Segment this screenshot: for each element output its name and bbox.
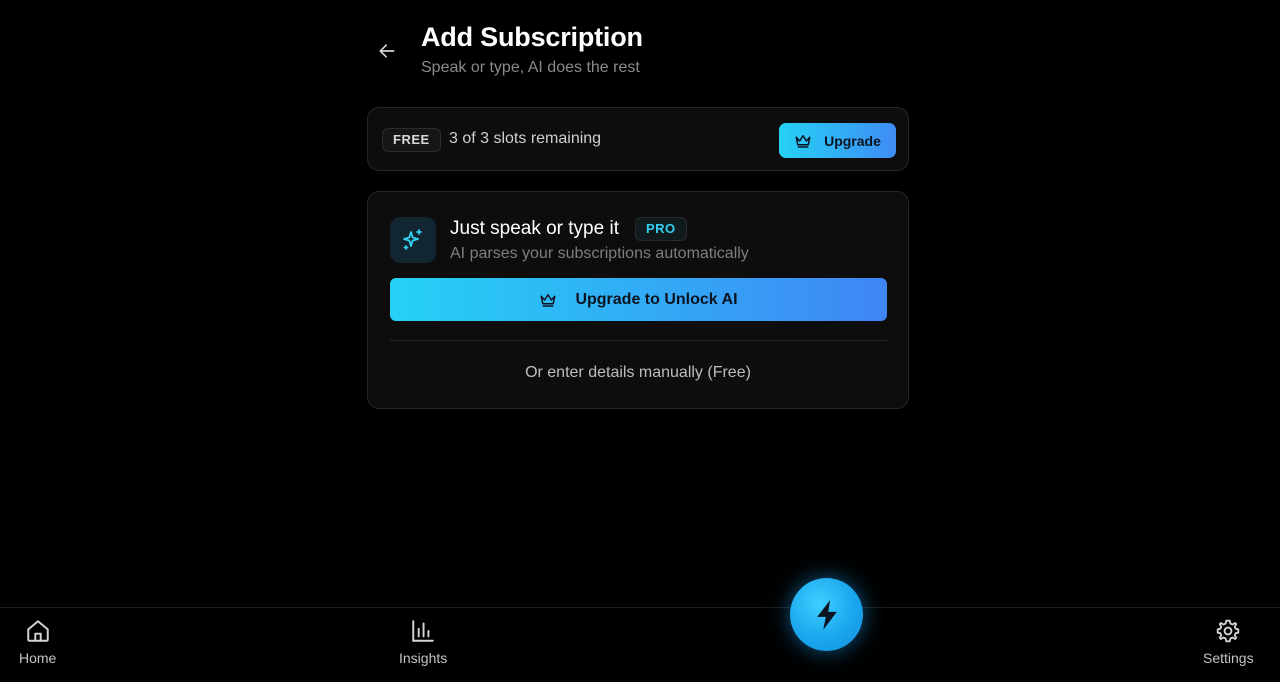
crown-icon	[795, 134, 811, 148]
page-title: Add Subscription	[421, 22, 643, 52]
lightning-bolt-icon	[816, 599, 837, 630]
gear-icon	[1217, 619, 1240, 643]
sparkles-icon	[403, 229, 422, 250]
nav-label-settings: Settings	[1203, 650, 1254, 666]
ai-heading: Just speak or type it	[450, 218, 619, 239]
pro-badge: PRO	[635, 217, 687, 241]
divider	[390, 340, 887, 341]
add-subscription-page: Add Subscription Speak or type, AI does …	[0, 0, 1280, 682]
ai-icon-box	[390, 217, 436, 263]
bottom-navigation: Home Insights Settings	[0, 607, 1280, 682]
ai-description: AI parses your subscriptions automatical…	[450, 245, 749, 262]
back-button[interactable]	[372, 36, 402, 66]
home-icon	[26, 620, 49, 642]
page-subtitle: Speak or type, AI does the rest	[421, 59, 640, 76]
upgrade-button-label: Upgrade	[824, 132, 881, 149]
plan-status-card: FREE 3 of 3 slots remaining Upgrade	[367, 107, 909, 171]
plan-badge: FREE	[382, 128, 441, 152]
nav-label-home: Home	[19, 650, 57, 666]
slots-remaining-text: 3 of 3 slots remaining	[449, 130, 602, 147]
manual-entry-link[interactable]: Or enter details manually (Free)	[368, 364, 908, 382]
arrow-left-icon	[379, 44, 395, 58]
crown-icon	[540, 293, 556, 307]
bar-chart-icon	[412, 620, 434, 642]
quick-add-fab-button[interactable]	[790, 578, 863, 651]
unlock-button-label: Upgrade to Unlock AI	[575, 290, 738, 308]
nav-label-insights: Insights	[399, 650, 448, 666]
nav-item-insights[interactable]: Insights	[399, 618, 447, 666]
nav-item-settings[interactable]: Settings	[1203, 618, 1254, 666]
upgrade-to-unlock-ai-button[interactable]: Upgrade to Unlock AI	[390, 278, 887, 321]
nav-item-home[interactable]: Home	[19, 618, 56, 666]
ai-entry-card: Just speak or type it PRO AI parses your…	[367, 191, 909, 409]
upgrade-button[interactable]: Upgrade	[779, 123, 896, 158]
